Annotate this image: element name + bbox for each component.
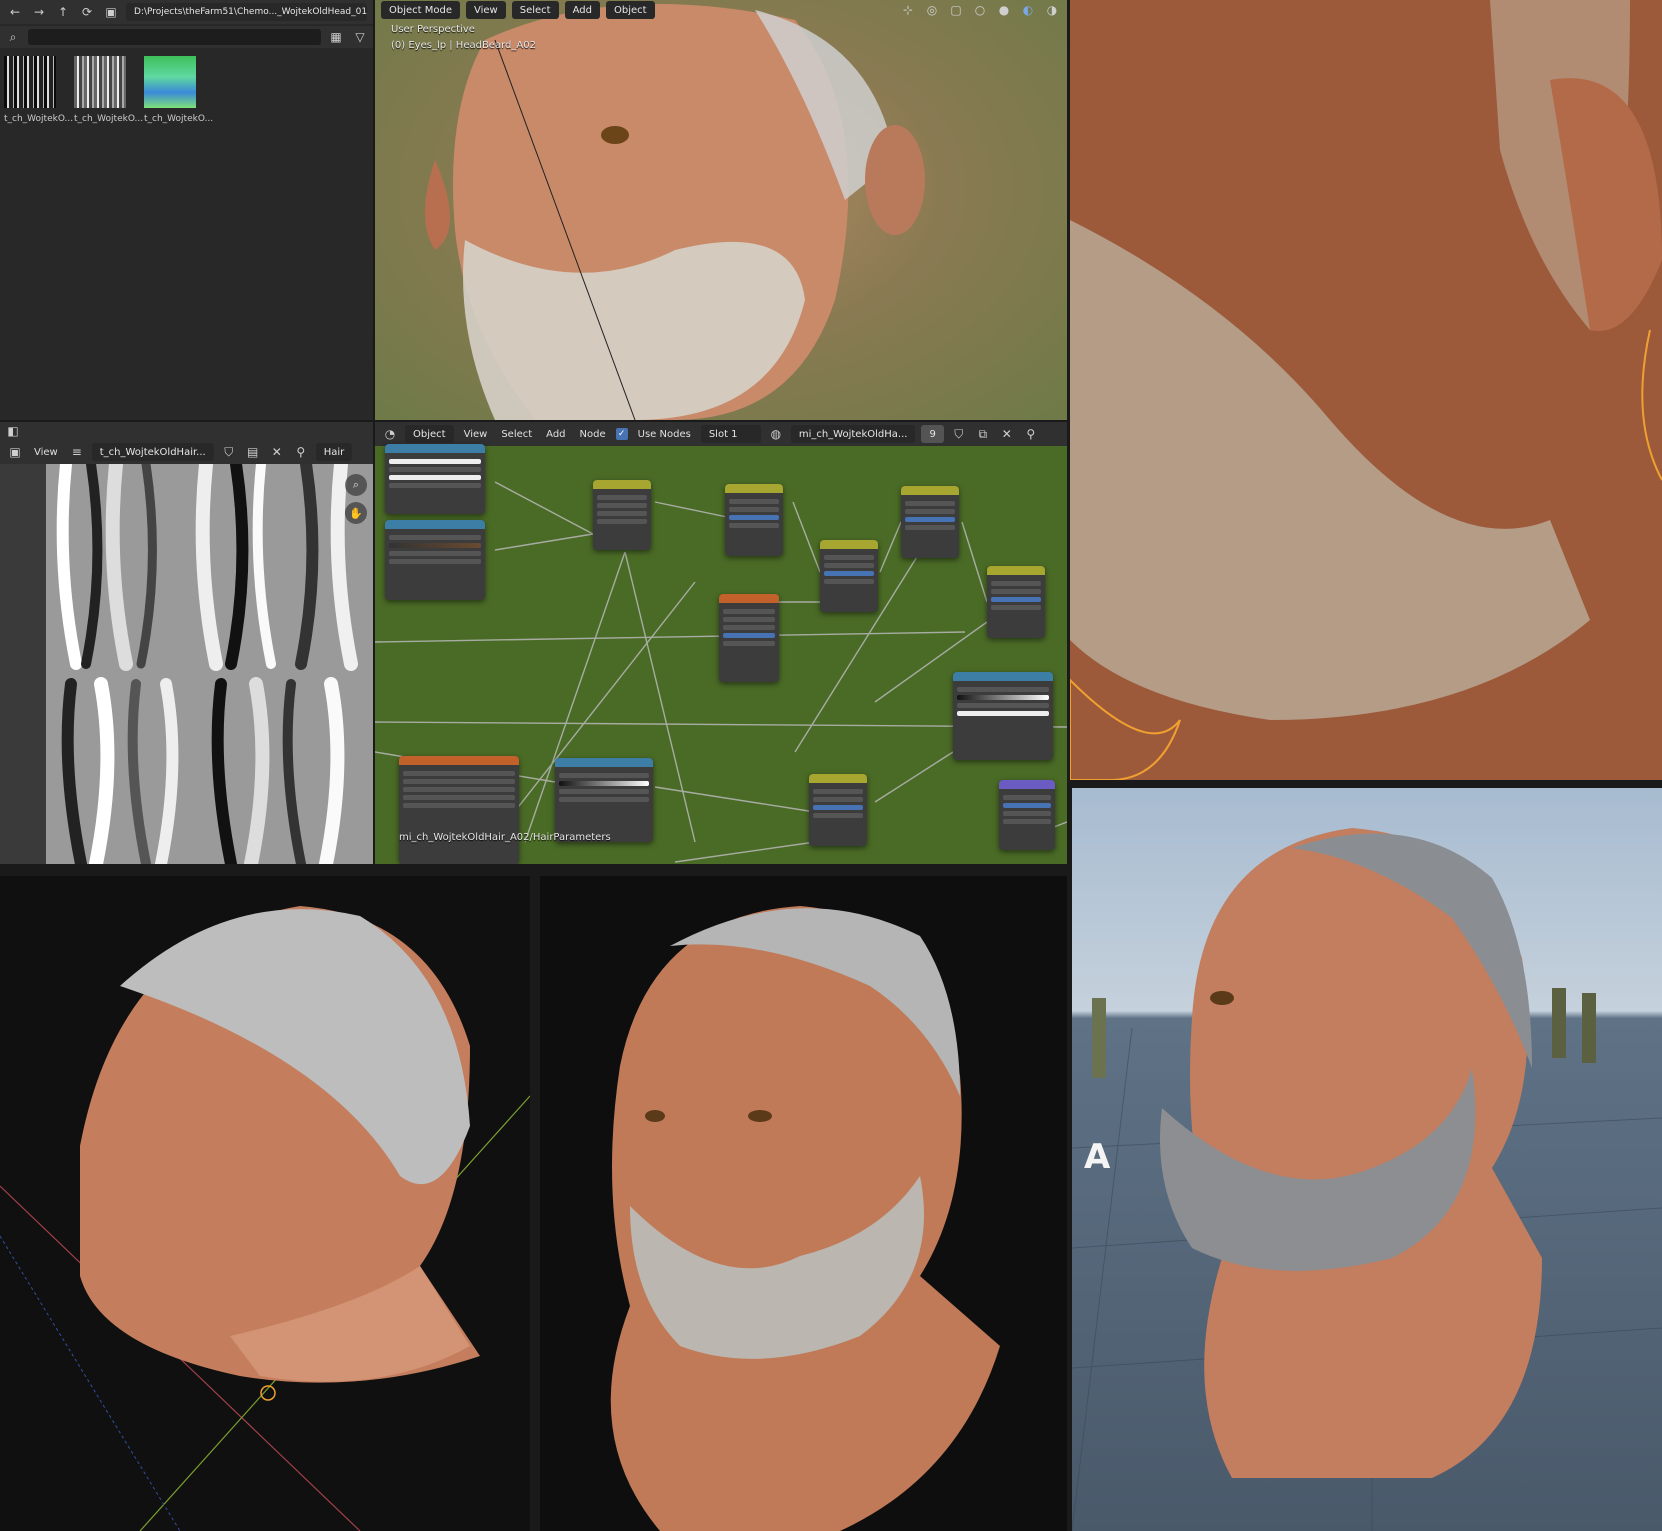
fake-user-icon[interactable]: ⛉: [220, 443, 238, 461]
head-front-render: [610, 906, 1000, 1531]
filter-icon[interactable]: ▽: [351, 28, 369, 46]
add-node[interactable]: [901, 486, 959, 558]
bump-node[interactable]: [999, 780, 1055, 850]
shading-wire-icon[interactable]: ○: [971, 1, 989, 19]
color-ramp-node[interactable]: [385, 444, 485, 514]
image-name-field[interactable]: t_ch_WojtekOldHair...: [91, 443, 214, 461]
overlay-node[interactable]: [987, 566, 1045, 638]
open-image-icon[interactable]: ▤: [244, 443, 262, 461]
magnifier-icon: ⌕: [352, 478, 360, 491]
thumbnail-image: [74, 56, 126, 108]
zoom-button[interactable]: ⌕: [345, 474, 367, 496]
menu-select[interactable]: Select: [511, 1, 559, 19]
viewport-perspective-label: User Perspective: [391, 24, 475, 35]
xray-icon[interactable]: ▢: [947, 1, 965, 19]
menu-object[interactable]: Object: [605, 1, 655, 19]
multiply-node[interactable]: [809, 774, 867, 846]
viewport-top[interactable]: Object Mode View Select Add Object ⊹ ◎ ▢…: [375, 0, 1067, 420]
thumbnail-item[interactable]: t_ch_WojtekO...: [74, 56, 144, 124]
parent-dir-icon[interactable]: ↑: [54, 3, 72, 21]
close-icon[interactable]: ✕: [268, 443, 286, 461]
refresh-icon[interactable]: ⟳: [78, 3, 96, 21]
thumbnail-item[interactable]: t_ch_WojtekO...: [144, 56, 214, 124]
viewport-bottom-left[interactable]: [0, 876, 530, 1531]
search-input[interactable]: [28, 29, 321, 45]
file-browser-panel: ← → ↑ ⟳ ▣ D:\Projects\theFarm51\Chemo...…: [0, 0, 373, 420]
image-editor-panel: ◧ ▣ View ≡ t_ch_WojtekOldHair... ⛉ ▤ ✕ ⚲…: [0, 422, 373, 864]
editor-type-icon[interactable]: ◧: [4, 422, 22, 440]
hud-letter-a: A: [1084, 1137, 1111, 1177]
engine-render-right: A: [1072, 788, 1662, 1531]
hamburger-menu-icon[interactable]: ≡: [68, 443, 86, 461]
color-ramp-node[interactable]: [385, 520, 485, 600]
pin-icon[interactable]: ⚲: [292, 443, 310, 461]
thumbnail-grid: t_ch_WojtekO... t_ch_WojtekO... t_ch_Woj…: [4, 56, 214, 124]
file-browser-header: ← → ↑ ⟳ ▣ D:\Projects\theFarm51\Chemo...…: [0, 0, 373, 24]
render-closeup-beard: [1070, 0, 1662, 780]
shading-material-icon[interactable]: ◐: [1019, 1, 1037, 19]
overlay-icon[interactable]: ◎: [923, 1, 941, 19]
head-top-render: [0, 906, 530, 1531]
file-search-row: ⌕ ▦ ▽: [0, 26, 373, 48]
hair-tab[interactable]: Hair: [315, 443, 353, 461]
node-tree-breadcrumb: mi_ch_WojtekOldHair_A02/HairParameters: [399, 832, 611, 843]
hair-strand-texture: [56, 464, 358, 864]
viewport-top-header: Object Mode View Select Add Object ⊹ ◎ ▢…: [375, 0, 1067, 22]
path-field[interactable]: D:\Projects\theFarm51\Chemo..._WojtekOld…: [126, 3, 367, 21]
pan-button[interactable]: ✋: [345, 502, 367, 524]
shading-rendered-icon[interactable]: ◑: [1043, 1, 1061, 19]
forward-arrow-icon[interactable]: →: [30, 3, 48, 21]
noise-texture-node[interactable]: [719, 594, 779, 682]
thumbnail-image: [4, 56, 56, 108]
hand-icon: ✋: [349, 506, 363, 520]
viewport-bottom-center[interactable]: [540, 876, 1067, 1531]
image-canvas[interactable]: ⌕ ✋: [46, 464, 373, 864]
thumbnail-label: t_ch_WojtekO...: [144, 114, 214, 124]
image-editor-topbar: ◧: [0, 422, 373, 440]
mix-node[interactable]: [593, 480, 651, 550]
color-ramp-node[interactable]: [555, 758, 653, 842]
new-folder-icon[interactable]: ▣: [102, 3, 120, 21]
menu-view[interactable]: View: [30, 447, 62, 458]
image-editor-type-icon[interactable]: ▣: [6, 443, 24, 461]
thumbnail-label: t_ch_WojtekO...: [74, 114, 144, 124]
shading-solid-icon[interactable]: ●: [995, 1, 1013, 19]
image-editor-header: ▣ View ≡ t_ch_WojtekOldHair... ⛉ ▤ ✕ ⚲ H…: [0, 440, 373, 464]
gizmo-icon[interactable]: ⊹: [899, 1, 917, 19]
thumbnail-image: [144, 56, 196, 108]
back-arrow-icon[interactable]: ←: [6, 3, 24, 21]
viewport-object-info: (0) Eyes_lp | HeadBeard_A02: [391, 40, 536, 51]
thumbnail-label: t_ch_WojtekO...: [4, 114, 74, 124]
face-render-side: [425, 4, 925, 420]
beard-closeup-image: [1070, 0, 1662, 780]
menu-view[interactable]: View: [466, 1, 506, 19]
search-icon: ⌕: [9, 29, 17, 44]
multiply-node[interactable]: [820, 540, 878, 612]
display-mode-icon[interactable]: ▦: [327, 28, 345, 46]
node-editor-panel[interactable]: ◔ Object View Select Add Node ✓ Use Node…: [375, 422, 1067, 864]
mode-dropdown[interactable]: Object Mode: [381, 1, 460, 19]
image-texture-node[interactable]: [399, 756, 519, 864]
color-ramp-node[interactable]: [953, 672, 1053, 760]
engine-scene-render: A: [1072, 828, 1662, 1531]
thumbnail-item[interactable]: t_ch_WojtekO...: [4, 56, 74, 124]
menu-add[interactable]: Add: [564, 1, 600, 19]
multiply-node[interactable]: [725, 484, 783, 556]
